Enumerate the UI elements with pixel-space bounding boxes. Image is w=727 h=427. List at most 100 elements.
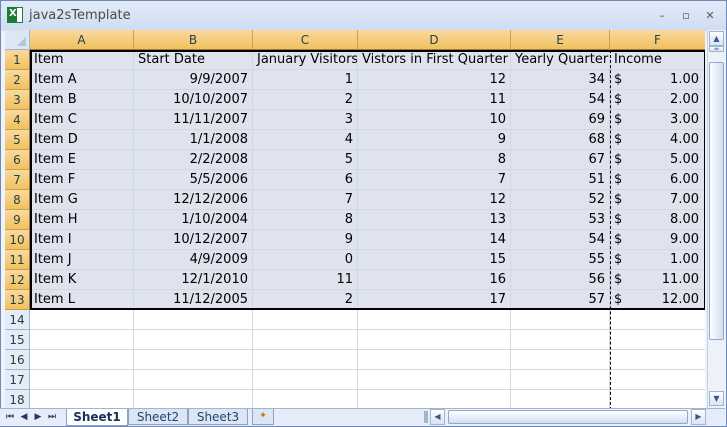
row-header-15[interactable]: 15 [5,330,30,350]
cell-january-visitors[interactable]: 3 [253,110,358,130]
cell-income[interactable]: $4.00 [610,130,705,150]
row-header-18[interactable]: 18 [5,390,30,408]
scroll-right-icon[interactable]: ▶ [691,409,706,425]
horizontal-scroll-thumb[interactable] [448,410,688,424]
cell-january-visitors[interactable]: 2 [253,90,358,110]
cell-first-quarter-visitors[interactable]: 17 [358,290,511,310]
cell-income[interactable]: $7.00 [610,190,705,210]
tab-split-handle[interactable] [424,411,428,423]
cell-item[interactable]: Item K [30,270,134,290]
cell-yearly-quarter[interactable]: 53 [511,210,610,230]
cell-january-visitors[interactable]: 5 [253,150,358,170]
column-header-a[interactable]: A [30,30,134,50]
empty-cell[interactable] [358,330,511,350]
cell-january-visitors[interactable]: 4 [253,130,358,150]
sheet-tab-1[interactable]: Sheet1 [66,409,128,426]
restore-button[interactable]: ▫ [677,8,695,24]
empty-cell[interactable] [511,310,610,330]
header-cell-income[interactable]: Income [610,50,705,70]
row-header-13[interactable]: 13 [5,290,30,310]
cell-first-quarter-visitors[interactable]: 7 [358,170,511,190]
cell-income[interactable]: $11.00 [610,270,705,290]
empty-cell[interactable] [610,350,705,370]
cell-first-quarter-visitors[interactable]: 11 [358,90,511,110]
close-button[interactable]: ✕ [701,8,719,24]
empty-cell[interactable] [253,370,358,390]
row-header-17[interactable]: 17 [5,370,30,390]
cell-income[interactable]: $1.00 [610,70,705,90]
cell-start-date[interactable]: 4/9/2009 [134,250,253,270]
cell-first-quarter-visitors[interactable]: 15 [358,250,511,270]
horizontal-scrollbar[interactable]: ◀ ▶ [430,409,706,425]
vertical-scrollbar[interactable]: ▲ ═ ▼ [707,30,725,408]
cell-january-visitors[interactable]: 9 [253,230,358,250]
sheet-tab-2[interactable]: Sheet2 [128,409,188,425]
row-header-9[interactable]: 9 [5,210,30,230]
row-header-10[interactable]: 10 [5,230,30,250]
split-box-icon[interactable]: ═ [709,46,724,53]
header-cell-item[interactable]: Item [30,50,134,70]
cell-yearly-quarter[interactable]: 69 [511,110,610,130]
first-sheet-icon[interactable]: ⏮ [4,409,16,425]
cell-yearly-quarter[interactable]: 34 [511,70,610,90]
row-header-5[interactable]: 5 [5,130,30,150]
empty-cell[interactable] [253,310,358,330]
row-header-6[interactable]: 6 [5,150,30,170]
cell-start-date[interactable]: 10/12/2007 [134,230,253,250]
row-header-8[interactable]: 8 [5,190,30,210]
cell-income[interactable]: $5.00 [610,150,705,170]
cell-yearly-quarter[interactable]: 68 [511,130,610,150]
prev-sheet-icon[interactable]: ◀ [18,409,30,425]
empty-cell[interactable] [30,370,134,390]
empty-cell[interactable] [134,310,253,330]
column-header-e[interactable]: E [511,30,610,50]
cell-income[interactable]: $9.00 [610,230,705,250]
column-header-c[interactable]: C [253,30,358,50]
cell-item[interactable]: Item C [30,110,134,130]
empty-cell[interactable] [511,370,610,390]
cell-first-quarter-visitors[interactable]: 13 [358,210,511,230]
empty-cell[interactable] [134,350,253,370]
insert-sheet-icon[interactable]: ✦ [252,409,274,425]
empty-cell[interactable] [511,330,610,350]
vertical-scroll-thumb[interactable] [709,62,724,340]
empty-cell[interactable] [610,390,705,408]
cell-first-quarter-visitors[interactable]: 16 [358,270,511,290]
empty-cell[interactable] [610,330,705,350]
cell-start-date[interactable]: 9/9/2007 [134,70,253,90]
cell-january-visitors[interactable]: 6 [253,170,358,190]
column-header-d[interactable]: D [358,30,511,50]
cell-income[interactable]: $8.00 [610,210,705,230]
cell-item[interactable]: Item J [30,250,134,270]
row-header-11[interactable]: 11 [5,250,30,270]
minimize-button[interactable]: – [653,8,671,24]
cell-january-visitors[interactable]: 2 [253,290,358,310]
empty-cell[interactable] [134,370,253,390]
cell-january-visitors[interactable]: 11 [253,270,358,290]
excel-app-icon[interactable] [7,7,23,23]
cell-start-date[interactable]: 2/2/2008 [134,150,253,170]
cell-start-date[interactable]: 11/11/2007 [134,110,253,130]
empty-cell[interactable] [511,390,610,408]
row-header-2[interactable]: 2 [5,70,30,90]
cell-item[interactable]: Item L [30,290,134,310]
cell-yearly-quarter[interactable]: 54 [511,90,610,110]
cell-first-quarter-visitors[interactable]: 12 [358,190,511,210]
select-all-button[interactable] [5,30,30,50]
cell-item[interactable]: Item F [30,170,134,190]
cell-item[interactable]: Item A [30,70,134,90]
cell-item[interactable]: Item I [30,230,134,250]
cell-first-quarter-visitors[interactable]: 14 [358,230,511,250]
scroll-left-icon[interactable]: ◀ [430,409,445,425]
cell-start-date[interactable]: 1/10/2004 [134,210,253,230]
scroll-down-icon[interactable]: ▼ [709,391,724,406]
row-header-12[interactable]: 12 [5,270,30,290]
cell-start-date[interactable]: 1/1/2008 [134,130,253,150]
header-cell-first-quarter-visitors[interactable]: Vistors in First Quarter [358,50,511,70]
cell-january-visitors[interactable]: 7 [253,190,358,210]
scroll-up-icon[interactable]: ▲ [709,31,724,46]
row-header-7[interactable]: 7 [5,170,30,190]
header-cell-january-visitors[interactable]: January Visitors [253,50,358,70]
cell-income[interactable]: $2.00 [610,90,705,110]
cell-start-date[interactable]: 5/5/2006 [134,170,253,190]
